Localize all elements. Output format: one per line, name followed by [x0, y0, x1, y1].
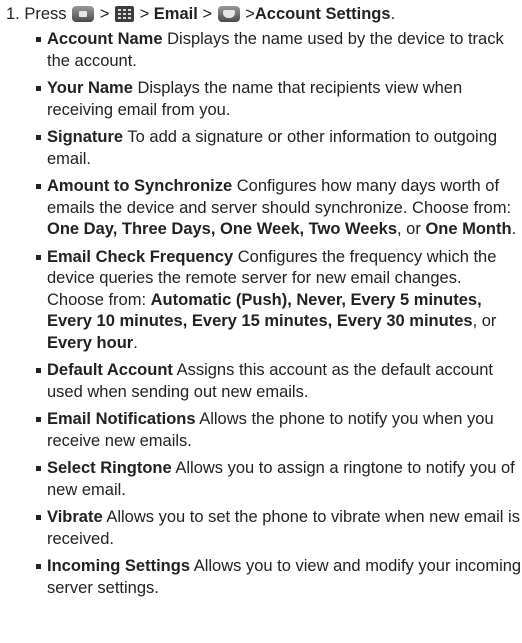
item-or-text: , or	[397, 220, 426, 238]
bullet-icon	[36, 135, 41, 140]
manual-page: 1. Press > > Email > >Account Settings. …	[0, 0, 522, 643]
item-end: .	[511, 220, 517, 238]
step-separator: >	[245, 5, 255, 23]
item-title: Amount to Synchronize	[47, 177, 233, 195]
step-number: 1.	[6, 5, 20, 23]
home-key-icon	[72, 6, 95, 22]
item-title: Email Check Frequency	[47, 247, 234, 266]
bullet-icon	[36, 184, 41, 189]
bullet-icon	[36, 254, 41, 260]
item-last-option: Every hour	[47, 333, 134, 352]
item-title: Select Ringtone	[47, 459, 172, 477]
bullet-icon	[36, 86, 41, 91]
step-period: .	[390, 5, 396, 23]
item-or-text: , or	[472, 312, 497, 330]
list-item: Email Notifications Allows the phone to …	[36, 409, 522, 452]
step-separator: >	[202, 5, 213, 23]
item-title: Email Notifications	[47, 410, 196, 428]
bullet-icon	[36, 515, 41, 520]
item-title: Your Name	[47, 79, 133, 97]
item-title: Default Account	[47, 361, 173, 379]
step-email-label: Email	[153, 5, 198, 23]
menu-key-icon	[217, 6, 240, 22]
item-title: Signature	[47, 128, 124, 146]
list-item: Default Account Assigns this account as …	[36, 360, 522, 403]
list-item: Signature To add a signature or other in…	[36, 127, 522, 170]
bullet-icon	[36, 564, 41, 569]
bullet-icon	[36, 466, 41, 471]
item-title: Vibrate	[47, 508, 103, 526]
item-options: One Day, Three Days, One Week, Two Weeks	[47, 220, 397, 238]
item-title: Incoming Settings	[47, 557, 191, 575]
item-title: Account Name	[47, 30, 163, 48]
list-item: Incoming Settings Allows you to view and…	[36, 556, 522, 599]
bullet-icon	[36, 37, 41, 42]
list-item: Account Name Displays the name used by t…	[36, 29, 522, 72]
item-description: Allows you to set the phone to vibrate w…	[47, 508, 520, 548]
settings-list: Account Name Displays the name used by t…	[6, 29, 522, 599]
step-separator: >	[139, 5, 150, 23]
list-item: Vibrate Allows you to set the phone to v…	[36, 507, 522, 550]
list-item: Email Check Frequency Configures the fre…	[36, 247, 522, 355]
item-end: .	[133, 333, 138, 352]
list-item: Your Name Displays the name that recipie…	[36, 78, 522, 121]
step-account-settings-label: Account Settings	[254, 5, 391, 23]
bullet-icon	[36, 368, 41, 373]
item-last-option: One Month	[425, 220, 512, 238]
step-separator: >	[99, 5, 110, 23]
list-item: Amount to Synchronize Configures how man…	[36, 176, 522, 241]
bullet-icon	[36, 417, 41, 422]
applications-grid-icon	[114, 6, 134, 22]
step-instruction: 1. Press > > Email > >Account Settings.	[6, 3, 522, 25]
list-item: Select Ringtone Allows you to assign a r…	[36, 458, 522, 501]
step-press-text: Press	[24, 5, 67, 23]
